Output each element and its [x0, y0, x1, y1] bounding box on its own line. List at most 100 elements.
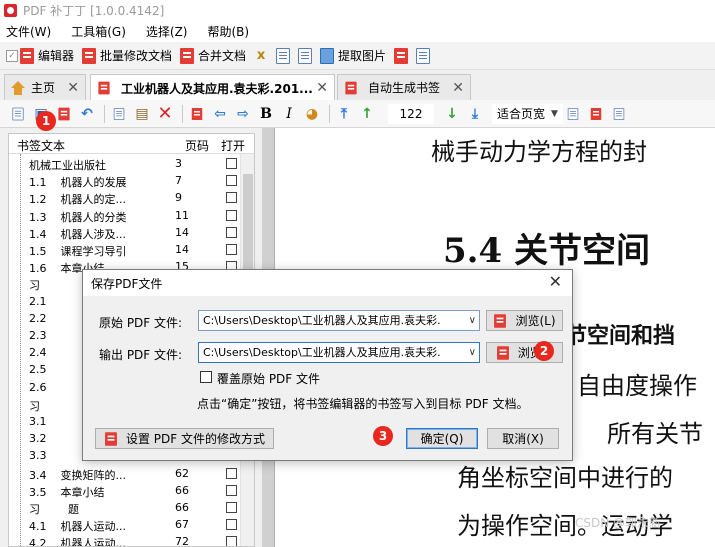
merge-button[interactable]: 合并文档	[180, 47, 246, 64]
pdf-info-button[interactable]	[394, 47, 409, 64]
bookmark-open-checkbox[interactable]	[226, 175, 237, 187]
bookmark-row[interactable]: 习 题 66	[9, 500, 241, 517]
bookmark-row[interactable]: 1.3 机器人的分类 11	[9, 208, 241, 225]
bookmark-open-checkbox[interactable]	[226, 519, 237, 531]
copy-tool-button[interactable]	[298, 47, 313, 64]
arrow-left-icon[interactable]: ⇦	[210, 104, 230, 124]
tab-home-close-icon[interactable]: ✕	[67, 80, 79, 96]
zoom-select[interactable]: 适合页宽 ▼	[492, 103, 563, 124]
source-file-input[interactable]: C:\Users\Desktop\工业机器人及其应用.袁夫彩. ∨	[198, 310, 480, 331]
chevron-down-icon[interactable]: ∨	[469, 343, 476, 362]
tab-home-label: 主页	[31, 81, 56, 95]
cancel-button[interactable]: 取消(X)	[487, 428, 559, 449]
bookmark-row[interactable]: 1.4 机器人涉及... 14	[9, 225, 241, 242]
bookmark-open-checkbox[interactable]	[226, 502, 237, 513]
bookmark-row[interactable]: 3.5 本章小结 66	[9, 483, 241, 500]
bookmark-open-checkbox[interactable]	[226, 158, 237, 169]
overwrite-checkbox[interactable]	[200, 371, 212, 383]
bookmark-row[interactable]: 1.2 机器人的定... 9	[9, 190, 241, 207]
merge-label: 合并文档	[198, 49, 247, 63]
header-text[interactable]: 书签文本	[17, 137, 65, 154]
save-pdf-icon[interactable]	[54, 104, 74, 124]
chevron-down-icon[interactable]: ∨	[469, 311, 476, 330]
source-label: 原始 PDF 文件:	[99, 316, 183, 330]
undo-icon[interactable]: ↶	[77, 104, 97, 124]
document-icon	[276, 47, 291, 64]
tab-auto-bookmarks-close-icon[interactable]: ✕	[452, 80, 464, 96]
bookmark-row[interactable]: 4.1 机器人运动... 67	[9, 517, 241, 534]
bookmark-text: 3.5 本章小结	[29, 485, 105, 499]
exit-icon[interactable]	[609, 104, 629, 124]
bookmark-row[interactable]: 1.5 课程学习导引 14	[9, 242, 241, 259]
pdf-settings-icon	[105, 431, 117, 446]
italic-icon[interactable]: I	[279, 104, 299, 124]
main-toolbar: ✓ 编辑器 批量修改文档 合并文档 ⅹ 提取图片	[0, 42, 715, 70]
menu-file[interactable]: 文件(W)	[6, 23, 51, 40]
menu-help[interactable]: 帮助(B)	[208, 23, 250, 40]
bookmark-open-checkbox[interactable]	[226, 484, 237, 496]
arrow-right-icon[interactable]: ⇨	[233, 104, 253, 124]
next-page-icon[interactable]: ↓	[442, 104, 462, 124]
pdf-bookmark-icon[interactable]	[187, 104, 207, 124]
editor-label: 编辑器	[38, 49, 75, 63]
bookmark-row[interactable]: 4.2 机器人运动... 72	[9, 534, 241, 547]
last-page-icon[interactable]: ⤓	[465, 104, 485, 124]
page-text-line: 自由度操作	[577, 372, 697, 400]
ok-button[interactable]: 确定(Q)	[406, 428, 478, 449]
menu-tools[interactable]: 工具箱(G)	[71, 23, 126, 40]
extract-images-button[interactable]: 提取图片	[320, 47, 386, 64]
batch-modify-button[interactable]: 批量修改文档	[82, 47, 172, 64]
bookmark-open-checkbox[interactable]	[226, 192, 237, 204]
view-options-icon[interactable]	[563, 104, 583, 124]
header-page[interactable]: 页码	[185, 137, 209, 154]
menu-select[interactable]: 选择(Z)	[146, 23, 188, 40]
copy-icon[interactable]	[109, 104, 129, 124]
toolbar-toggle-icon[interactable]: ✓	[6, 49, 18, 62]
cursor-tool-button[interactable]: ⅹ	[254, 48, 268, 64]
bookmark-text: 3.3	[29, 449, 47, 463]
tab-document-label: 工业机器人及其应用.袁夫彩.201...	[121, 81, 313, 96]
bookmark-open-checkbox[interactable]	[226, 467, 237, 479]
tab-bar: 主页 ✕ 工业机器人及其应用.袁夫彩.201... ✕ 自动生成书签 ✕	[0, 70, 715, 101]
pdf-export-button[interactable]	[416, 47, 431, 64]
bookmark-row[interactable]: 3.4 变换矩阵的... 62	[9, 466, 241, 483]
pdf-icon	[494, 313, 507, 328]
first-page-icon[interactable]: ⤒	[334, 104, 354, 124]
output-file-input[interactable]: C:\Users\Desktop\工业机器人及其应用.袁夫彩. ∨	[198, 342, 480, 363]
pdf-info-icon	[394, 47, 409, 64]
bookmark-row[interactable]: 1.1 机器人的发展 7	[9, 173, 241, 190]
dialog-close-icon[interactable]: ✕	[549, 272, 562, 291]
prev-page-icon[interactable]: ↑	[357, 104, 377, 124]
bookmark-page: 67	[175, 518, 189, 532]
page-number-input[interactable]: 122	[388, 103, 434, 124]
bookmark-page: 14	[175, 225, 189, 239]
modify-settings-button[interactable]: 设置 PDF 文件的修改方式	[95, 428, 274, 449]
bookmark-page: 3	[175, 157, 182, 170]
paste-icon[interactable]: ▤	[132, 104, 152, 124]
bookmark-open-checkbox[interactable]	[226, 209, 237, 221]
bookmark-text: 1.1 机器人的发展	[29, 176, 127, 190]
bookmark-open-checkbox[interactable]	[226, 244, 237, 255]
bookmark-page: 7	[175, 174, 182, 188]
bookmark-open-checkbox[interactable]	[226, 536, 237, 546]
bookmark-page: 9	[175, 191, 182, 205]
editor-button[interactable]: 编辑器	[20, 47, 74, 64]
color-palette-icon[interactable]: ◕	[302, 104, 322, 124]
watermark: CSDN @郭永新	[575, 516, 662, 530]
bookmark-open-checkbox[interactable]	[226, 226, 237, 238]
new-document-icon[interactable]	[8, 104, 28, 124]
tab-home[interactable]: 主页 ✕	[4, 74, 86, 100]
tab-auto-bookmarks[interactable]: 自动生成书签 ✕	[337, 74, 471, 100]
delete-icon[interactable]: ✕	[155, 103, 175, 124]
tab-document-close-icon[interactable]: ✕	[316, 80, 328, 96]
browse-source-button[interactable]: 浏览(L)	[486, 310, 563, 331]
pdf-tools-icon[interactable]	[586, 104, 606, 124]
bookmark-row[interactable]: 机械工业出版社 3	[9, 156, 241, 173]
header-open[interactable]: 打开	[221, 137, 245, 154]
document-tool-button[interactable]	[276, 47, 291, 64]
bookmark-page: 62	[175, 466, 189, 480]
bold-icon[interactable]: B	[256, 104, 276, 124]
image-icon	[320, 47, 335, 64]
tab-document[interactable]: 工业机器人及其应用.袁夫彩.201... ✕	[90, 74, 335, 101]
bookmark-page: 72	[175, 535, 189, 547]
